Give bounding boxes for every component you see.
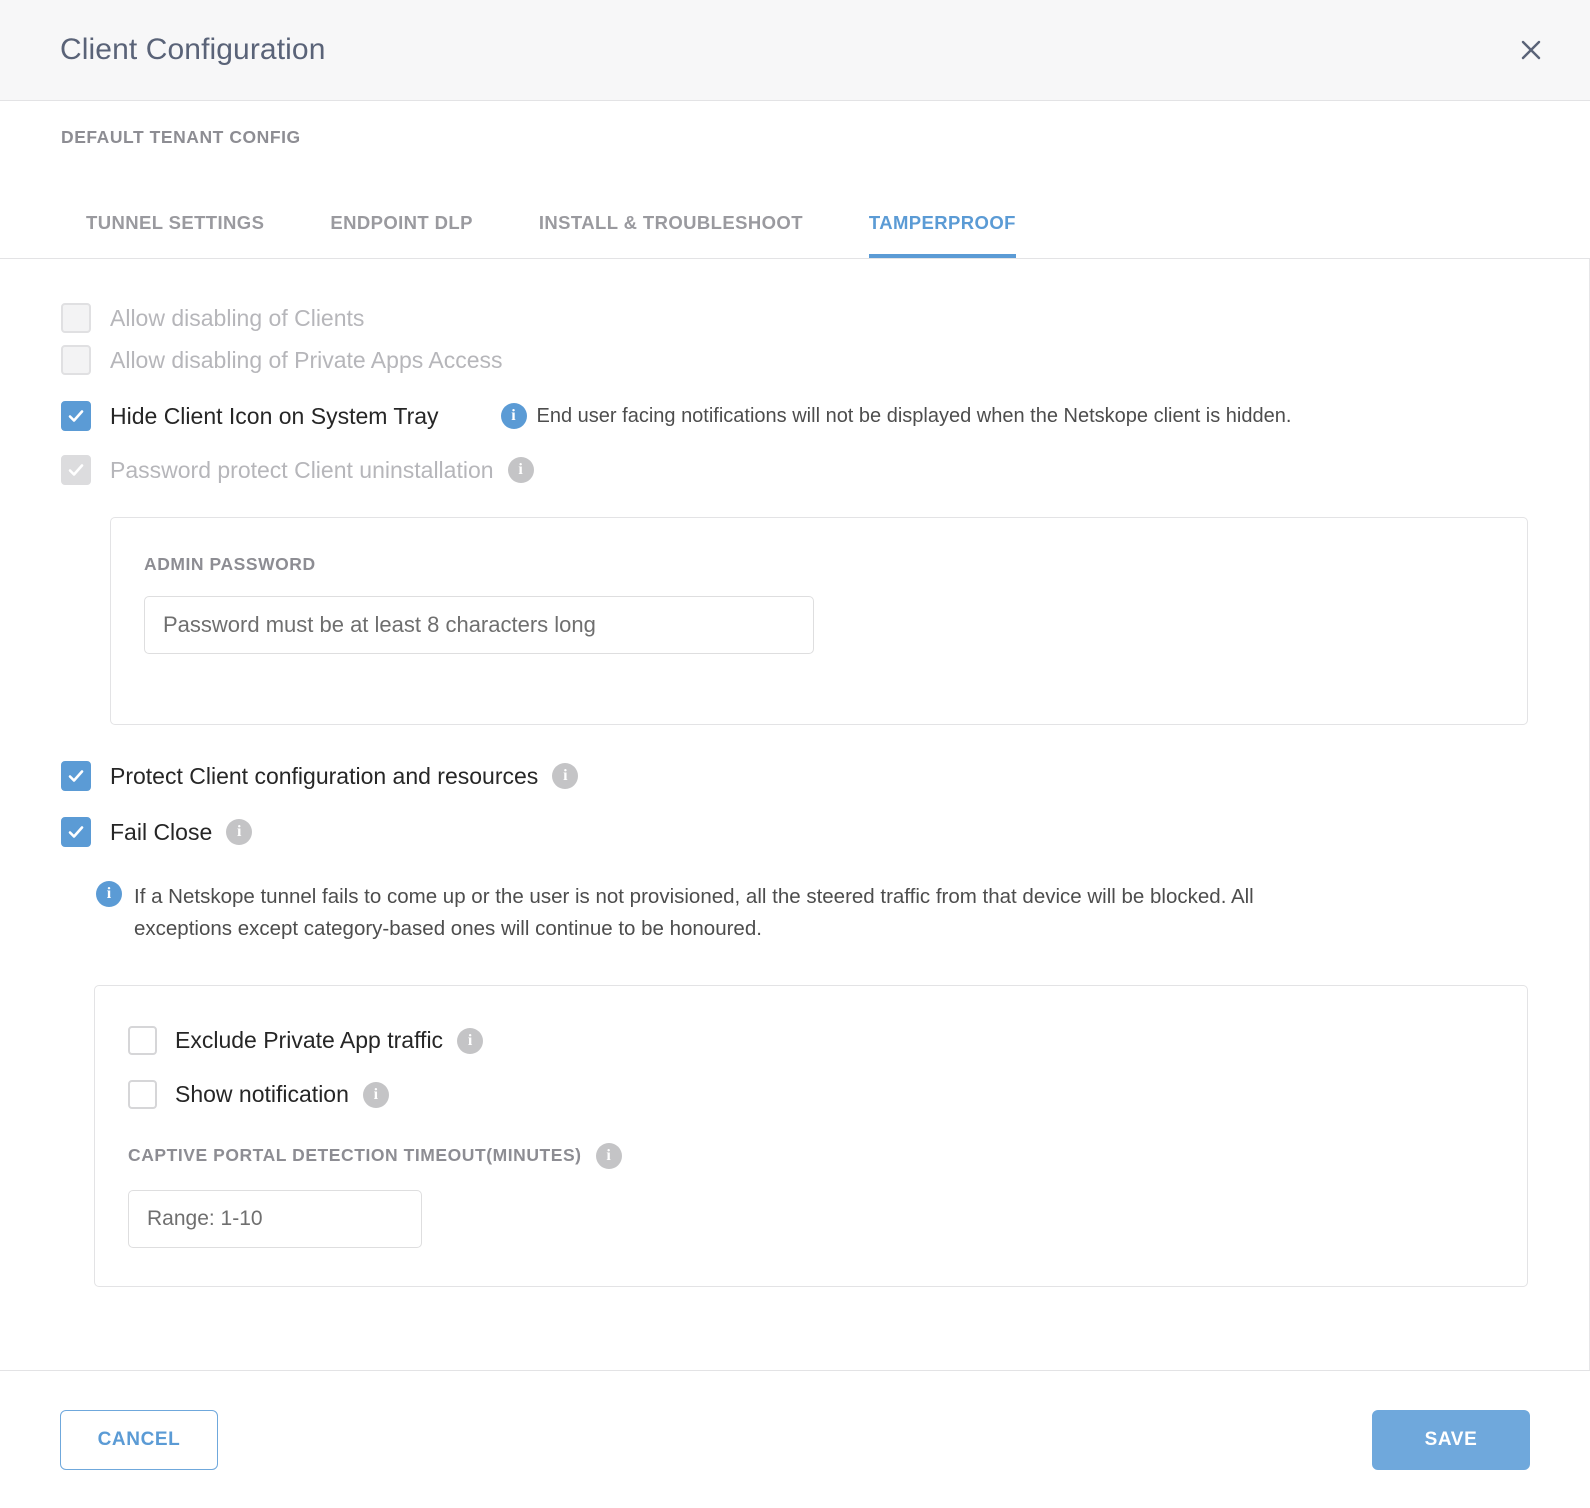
info-icon-fail-close[interactable]: i	[226, 819, 253, 845]
row-exclude-private-app[interactable]: Exclude Private App traffic i	[95, 1020, 1527, 1062]
info-icon-protect-client-config[interactable]: i	[552, 763, 579, 789]
checkbox-allow-disabling-clients	[61, 303, 91, 333]
note-hide-client-icon: End user facing notifications will not b…	[536, 404, 1292, 427]
admin-password-panel: ADMIN PASSWORD	[110, 517, 1528, 725]
fail-close-description-text: If a Netskope tunnel fails to come up or…	[134, 885, 1254, 940]
save-button[interactable]: SAVE	[1372, 1409, 1530, 1470]
tab-install-troubleshoot[interactable]: INSTALL & TROUBLESHOOT	[539, 212, 803, 258]
label-fail-close: Fail Close	[110, 818, 213, 845]
row-password-protect[interactable]: Password protect Client uninstallation i	[0, 449, 1589, 491]
label-hide-client-icon: Hide Client Icon on System Tray	[110, 402, 439, 429]
tab-bar: TUNNEL SETTINGS ENDPOINT DLP INSTALL & T…	[0, 179, 1590, 259]
tab-tamperproof[interactable]: TAMPERPROOF	[868, 212, 1016, 258]
row-fail-close[interactable]: Fail Close i	[0, 811, 1589, 853]
info-icon-exclude-private-app[interactable]: i	[457, 1027, 484, 1054]
tamperproof-panel: Allow disabling of Clients Allow disabli…	[0, 259, 1590, 1370]
info-icon-captive-portal-timeout[interactable]: i	[595, 1142, 622, 1169]
captive-portal-timeout-input[interactable]	[128, 1189, 422, 1248]
row-allow-disabling-private-apps[interactable]: Allow disabling of Private Apps Access	[0, 339, 1589, 381]
label-exclude-private-app: Exclude Private App traffic	[175, 1027, 444, 1054]
page-title: Client Configuration	[60, 33, 326, 66]
checkbox-exclude-private-app	[128, 1026, 157, 1056]
label-allow-disabling-private-apps: Allow disabling of Private Apps Access	[110, 346, 503, 373]
client-configuration-dialog: Client Configuration DEFAULT TENANT CONF…	[0, 0, 1590, 1508]
checkbox-allow-disabling-private-apps	[61, 345, 91, 375]
label-password-protect: Password protect Client uninstallation	[110, 456, 494, 483]
admin-password-input[interactable]	[144, 596, 814, 654]
info-icon-hide-client-icon[interactable]: i	[500, 403, 527, 429]
checkbox-protect-client-config	[61, 761, 91, 791]
checkbox-hide-client-icon	[61, 401, 91, 431]
row-show-notification[interactable]: Show notification i	[95, 1074, 1527, 1116]
info-icon-fail-close-description: i	[96, 881, 122, 907]
row-protect-client-config[interactable]: Protect Client configuration and resourc…	[0, 755, 1589, 797]
checkbox-password-protect	[61, 455, 91, 485]
dialog-header: Client Configuration	[0, 0, 1590, 101]
info-icon-password-protect[interactable]: i	[507, 457, 534, 483]
row-hide-client-icon[interactable]: Hide Client Icon on System Tray i End us…	[0, 395, 1589, 437]
info-icon-show-notification[interactable]: i	[362, 1081, 389, 1108]
checkbox-show-notification	[128, 1080, 157, 1110]
fail-close-options-panel: Exclude Private App traffic i Show notif…	[94, 984, 1528, 1287]
label-allow-disabling-clients: Allow disabling of Clients	[110, 304, 365, 331]
captive-portal-timeout-label-row: CAPTIVE PORTAL DETECTION TIMEOUT(MINUTES…	[95, 1142, 1527, 1169]
captive-portal-timeout-label: CAPTIVE PORTAL DETECTION TIMEOUT(MINUTES…	[128, 1145, 582, 1166]
dialog-footer: CANCEL SAVE	[0, 1370, 1590, 1508]
config-name-label: DEFAULT TENANT CONFIG	[61, 127, 301, 147]
cancel-button[interactable]: CANCEL	[60, 1409, 218, 1470]
close-button[interactable]	[1508, 27, 1554, 73]
label-protect-client-config: Protect Client configuration and resourc…	[110, 762, 539, 789]
captive-portal-timeout-input-wrap	[95, 1169, 1527, 1248]
label-show-notification: Show notification	[175, 1081, 349, 1108]
admin-password-label: ADMIN PASSWORD	[144, 554, 316, 574]
tab-endpoint-dlp[interactable]: ENDPOINT DLP	[330, 212, 473, 258]
row-allow-disabling-clients[interactable]: Allow disabling of Clients	[0, 297, 1589, 339]
close-icon	[1516, 35, 1546, 65]
config-subtitle-row: DEFAULT TENANT CONFIG	[0, 101, 1590, 179]
tab-tunnel-settings[interactable]: TUNNEL SETTINGS	[86, 212, 264, 258]
fail-close-description: i If a Netskope tunnel fails to come up …	[96, 881, 1286, 945]
checkbox-fail-close	[61, 817, 91, 847]
